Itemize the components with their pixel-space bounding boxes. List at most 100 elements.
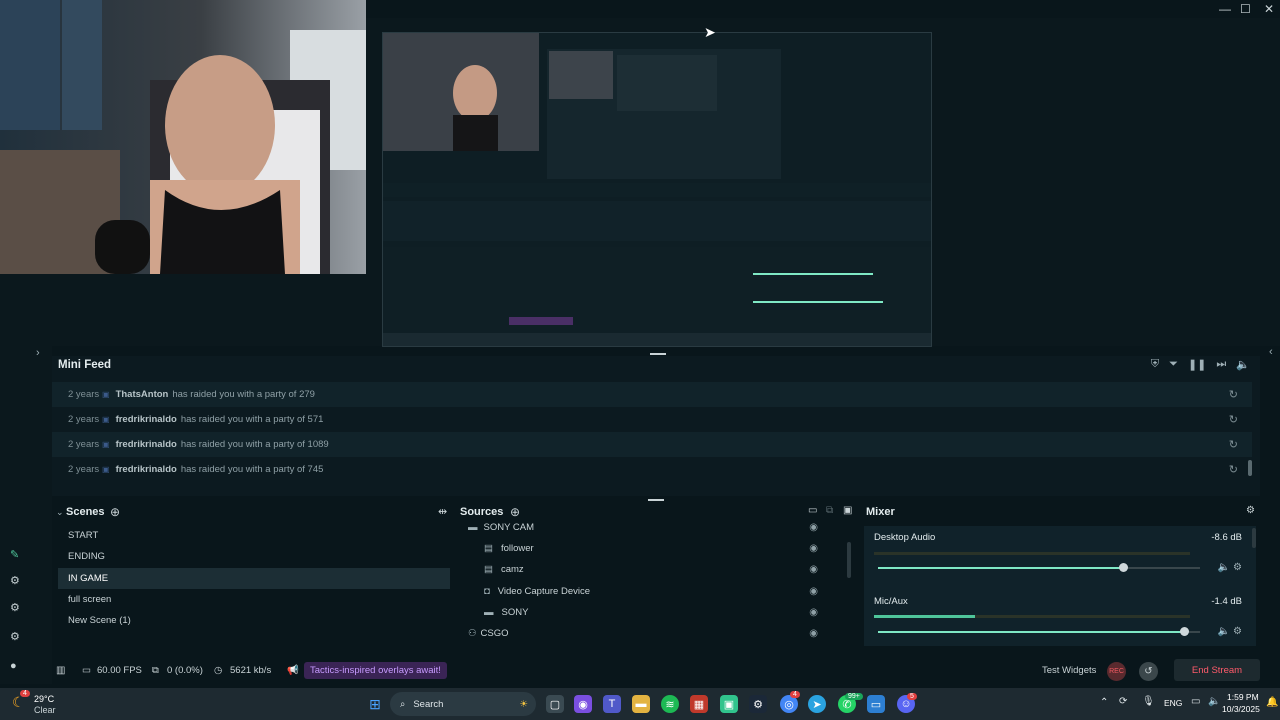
shield-icon[interactable]: ⛨ <box>1151 358 1159 371</box>
notifications-icon[interactable]: 🔔 <box>1266 697 1278 708</box>
language-indicator[interactable]: ENG <box>1164 698 1182 708</box>
microphone-icon[interactable]: 🎙 <box>1142 696 1155 707</box>
profile-icon[interactable]: ● <box>10 660 17 672</box>
scene-item[interactable]: full screen <box>58 589 450 610</box>
copilot-icon[interactable]: ◉ <box>574 695 592 713</box>
tray-app-icon[interactable]: ⟳ <box>1119 696 1127 707</box>
volume-slider-knob[interactable] <box>1118 563 1128 572</box>
widgets-icon[interactable]: ⚙ <box>10 601 20 614</box>
collapse-right-chevron-icon[interactable]: ‹ <box>1269 346 1273 358</box>
visibility-icon[interactable]: ◉ <box>809 607 818 618</box>
mixer-scrollbar[interactable] <box>1252 528 1256 548</box>
source-item[interactable]: ▤ follower <box>484 538 534 559</box>
feed-scrollbar[interactable] <box>1248 460 1252 476</box>
skip-icon[interactable]: ⏭ <box>1216 358 1226 371</box>
source-item[interactable]: ⚇ CSGO <box>468 623 509 644</box>
source-item[interactable]: ◘ Video Capture Device <box>484 581 590 602</box>
rec-button[interactable]: REC <box>1107 662 1126 681</box>
minimize-button[interactable]: — <box>1219 2 1231 16</box>
volume-slider[interactable] <box>878 563 1200 572</box>
speaker-icon[interactable]: 🔈 <box>1218 562 1230 573</box>
volume-icon[interactable]: 🔈 <box>1236 358 1250 371</box>
mixer-settings-icon[interactable]: ⚙ <box>1246 505 1255 516</box>
sources-scrollbar[interactable] <box>847 542 851 578</box>
test-widgets-button[interactable]: Test Widgets <box>1042 665 1096 676</box>
telegram-icon[interactable]: ➤ <box>808 695 826 713</box>
source-preview-icon[interactable]: ▭ <box>808 505 817 516</box>
gamepad-icon: ⚇ <box>468 628 477 639</box>
scene-item[interactable]: ENDING <box>58 546 450 567</box>
source-group-icon[interactable]: ⧉ <box>826 505 833 516</box>
source-item[interactable]: ▬ SONY CAM <box>468 517 534 538</box>
streamlabs-icon[interactable]: ▣ <box>720 695 738 713</box>
spotify-icon[interactable]: ≋ <box>661 695 679 713</box>
visibility-icon[interactable]: ◉ <box>809 586 818 597</box>
feed-user[interactable]: fredrikrinaldo <box>116 414 177 425</box>
stats-chart-icon[interactable]: ▥ <box>56 665 65 676</box>
add-scene-icon[interactable]: ⊕ <box>110 505 120 519</box>
clock-time[interactable]: 1:59 PM <box>1227 692 1259 702</box>
app-icon[interactable]: ▦ <box>690 695 708 713</box>
promo-banner[interactable]: Tactics-inspired overlays await! <box>304 662 447 679</box>
visibility-icon[interactable]: ◉ <box>809 564 818 575</box>
steam-icon[interactable]: ⚙ <box>749 695 767 713</box>
filter-icon[interactable]: ⏷ <box>1169 358 1178 371</box>
replay-icon[interactable]: ↻ <box>1229 438 1238 451</box>
network-icon[interactable]: ▭ <box>1191 696 1200 707</box>
mixer-panel: Mixer ⚙ Desktop Audio -8.6 dB 🔈 ⚙ Mic/Au… <box>864 500 1260 648</box>
folder-add-icon[interactable]: ▣ <box>843 505 852 516</box>
resize-handle[interactable] <box>650 353 666 355</box>
scene-item[interactable]: START <box>58 525 450 546</box>
pause-icon[interactable]: ❚❚ <box>1188 358 1206 371</box>
collapse-chevron-icon[interactable]: ⌄ <box>56 507 64 518</box>
volume-tray-icon[interactable]: 🔈 <box>1208 696 1220 707</box>
scene-item-active[interactable]: IN GAME <box>58 568 450 589</box>
end-stream-button[interactable]: End Stream <box>1174 659 1260 681</box>
file-explorer-icon[interactable]: ▬ <box>632 695 650 713</box>
expand-left-chevron-icon[interactable]: › <box>36 347 40 359</box>
channel-name: Desktop Audio <box>874 532 936 543</box>
gear-icon[interactable]: ⚙ <box>1233 626 1242 637</box>
visibility-icon[interactable]: ◉ <box>809 522 818 533</box>
feed-user[interactable]: fredrikrinaldo <box>116 439 177 450</box>
taskbar-search[interactable]: ⌕ Search ☀ <box>390 692 536 716</box>
source-item[interactable]: ▬ SONY <box>484 602 528 623</box>
task-view-icon[interactable]: ▢ <box>546 695 564 713</box>
settings-icon[interactable]: ⚙ <box>10 630 20 643</box>
fps-icon: ▭ <box>82 665 91 676</box>
volume-slider[interactable] <box>878 627 1200 636</box>
scene-item[interactable]: New Scene (1) <box>58 610 450 631</box>
weather-temp[interactable]: 29°C <box>34 694 54 704</box>
gear-icon[interactable]: ⚙ <box>1233 562 1242 573</box>
sources-panel: Sources ⊕ ▭ ⧉ ▣ ▬ SONY CAM ◉ ▤ follower … <box>458 500 854 650</box>
mini-feed-toolbar: ⛨ ⏷ ❚❚ ⏭ 🔈 <box>1151 358 1250 371</box>
replay-icon[interactable]: ↻ <box>1229 413 1238 426</box>
close-button[interactable]: ✕ <box>1264 2 1274 16</box>
source-item[interactable]: ▤ camz <box>484 559 524 580</box>
channel-name: Mic/Aux <box>874 596 908 607</box>
volume-slider-knob[interactable] <box>1179 627 1189 636</box>
dropped-frames-icon: ⧉ <box>152 665 159 676</box>
weather-badge: 4 <box>20 690 30 697</box>
themes-icon[interactable]: ⚙ <box>10 574 20 587</box>
app-window-icon[interactable]: ▭ <box>867 695 885 713</box>
replay-icon[interactable]: ↻ <box>1229 463 1238 476</box>
tray-chevron-icon[interactable]: ⌃ <box>1100 697 1108 708</box>
speaker-icon[interactable]: 🔈 <box>1218 626 1230 637</box>
scene-transitions-icon[interactable]: ⇹ <box>438 505 447 518</box>
visibility-icon[interactable]: ◉ <box>809 543 818 554</box>
visibility-icon[interactable]: ◉ <box>809 628 818 639</box>
teams-icon[interactable]: T <box>603 695 621 713</box>
feed-age: 2 years <box>68 464 100 475</box>
clock-date[interactable]: 10/3/2025 <box>1222 704 1260 714</box>
maximize-button[interactable]: ☐ <box>1240 2 1251 16</box>
editor-icon[interactable]: ✎ <box>10 548 19 561</box>
replay-icon[interactable]: ↻ <box>1229 388 1238 401</box>
feed-user[interactable]: ThatsAnton <box>116 389 169 400</box>
windows-start-icon[interactable]: ⊞ <box>366 695 384 713</box>
channel-controls: 🔈 ⚙ <box>1218 562 1242 573</box>
replay-buffer-icon[interactable]: ↺ <box>1139 662 1158 681</box>
whatsapp-badge: 99+ <box>845 693 863 700</box>
source-label: Video Capture Device <box>497 586 590 597</box>
feed-user[interactable]: fredrikrinaldo <box>116 464 177 475</box>
